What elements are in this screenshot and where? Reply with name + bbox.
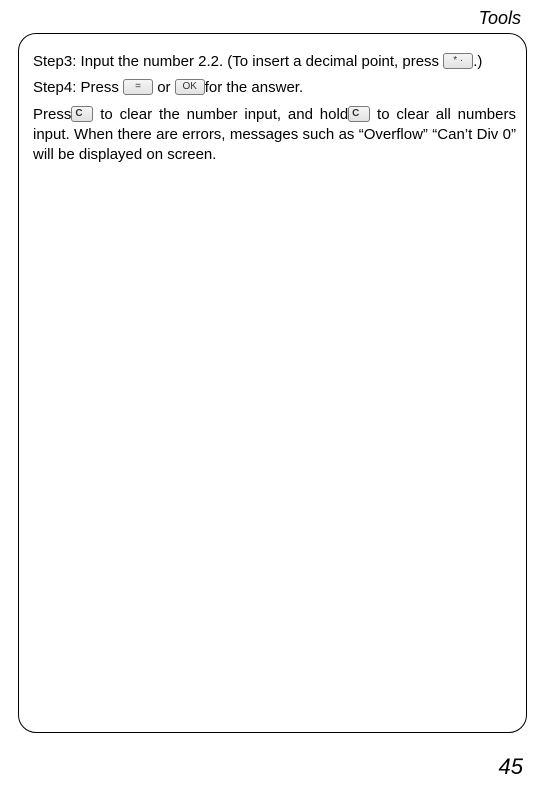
press-text-b: to clear the number input, and hold bbox=[93, 106, 348, 123]
step4-text-a: Step4: Press bbox=[33, 79, 123, 96]
step4-or: or bbox=[157, 79, 175, 96]
step4-line: Step4: Press = or OKfor the answer. bbox=[33, 78, 516, 98]
ok-key-icon: OK bbox=[175, 79, 205, 95]
press-text-a: Press bbox=[33, 106, 71, 123]
header-title: Tools bbox=[18, 8, 527, 33]
content-frame: Step3: Input the number 2.2. (To insert … bbox=[18, 33, 527, 733]
c-key-icon-2: C bbox=[348, 106, 370, 122]
step4-text-b: for the answer. bbox=[205, 79, 303, 96]
step3-line: Step3: Input the number 2.2. (To insert … bbox=[33, 52, 516, 72]
page-number: 45 bbox=[499, 754, 523, 780]
step3-text-a: Step3: Input the number 2.2. (To insert … bbox=[33, 53, 439, 70]
star-key-icon: * · bbox=[443, 53, 473, 69]
equals-key-icon: = bbox=[123, 79, 153, 95]
step3-text-b: .) bbox=[473, 53, 482, 70]
c-key-icon: C bbox=[71, 106, 93, 122]
page: Tools Step3: Input the number 2.2. (To i… bbox=[0, 0, 545, 790]
press-line: PressC to clear the number input, and ho… bbox=[33, 105, 516, 166]
